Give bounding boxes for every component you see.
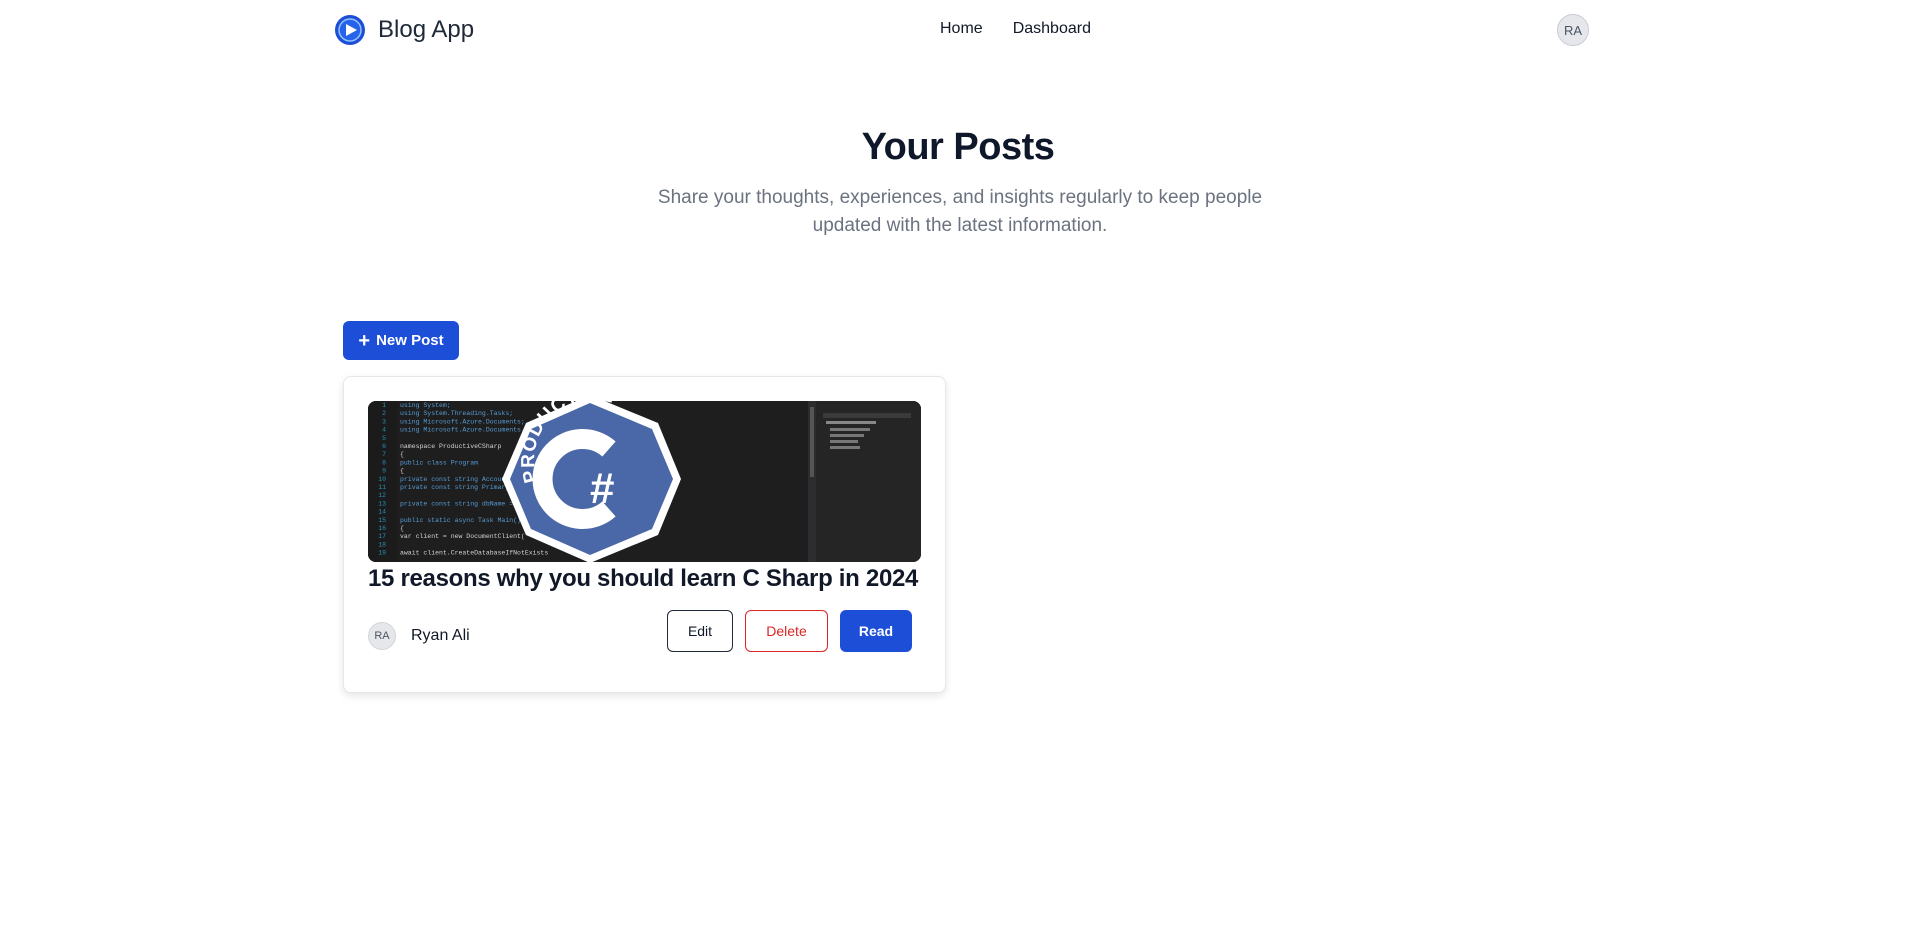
post-title[interactable]: 15 reasons why you should learn C Sharp … (368, 565, 918, 593)
code-line-number: 17 (378, 533, 386, 540)
page-subtitle: Share your thoughts, experiences, and in… (657, 187, 1263, 236)
code-line-number: 18 (378, 541, 386, 548)
code-line-number: 14 (378, 509, 386, 516)
code-line: await client.CreateDatabaseIfNotExists (400, 550, 548, 557)
page: Blog App Home Dashboard RA Your Posts Sh… (0, 0, 1916, 942)
code-line: { (400, 451, 404, 458)
code-line-number: 12 (378, 492, 386, 499)
new-post-label: New Post (376, 332, 444, 349)
code-line: public class Program (400, 459, 478, 466)
code-line-number: 2 (382, 410, 386, 417)
code-line-number: 4 (382, 427, 386, 434)
page-title: Your Posts (861, 126, 1055, 168)
code-line-number: 10 (378, 476, 386, 483)
post-card: 1 using System; 2 using System.Threading.Ta… (343, 376, 946, 693)
code-line: using Microsoft.Azure.Documents; (400, 418, 525, 425)
brand-name: Blog App (378, 16, 475, 43)
code-line-number: 15 (378, 517, 386, 524)
code-line: { (400, 468, 404, 475)
read-button[interactable]: Read (840, 610, 912, 652)
new-post-button[interactable]: + New Post (343, 321, 459, 360)
code-line: var client = new DocumentClient( (400, 533, 525, 540)
code-line: private const string dbName = " (400, 500, 521, 507)
nav-home[interactable]: Home (940, 20, 983, 38)
svg-text:#: # (590, 464, 614, 513)
code-line: public static async Task Main() (400, 517, 521, 524)
delete-button[interactable]: Delete (745, 610, 828, 652)
code-line-number: 6 (382, 443, 386, 450)
code-line: namespace ProductiveCSharp (400, 443, 502, 450)
code-line-number: 8 (382, 459, 386, 466)
code-line-number: 9 (382, 468, 386, 475)
code-line: private const string PrimaryKey (400, 484, 521, 491)
post-author: RA Ryan Ali (368, 622, 470, 650)
code-line-number: 5 (382, 435, 386, 442)
code-line-number: 19 (378, 550, 386, 557)
code-line-number: 3 (382, 418, 386, 425)
post-thumbnail[interactable]: 1 using System; 2 using System.Threading.Ta… (368, 401, 921, 562)
code-line-number: 1 (382, 402, 386, 409)
author-avatar: RA (368, 622, 396, 650)
post-actions: Edit Delete Read (667, 610, 912, 652)
code-line-number: 11 (378, 484, 386, 491)
edit-button[interactable]: Edit (667, 610, 733, 652)
code-line-number: 13 (378, 500, 386, 507)
author-name: Ryan Ali (411, 627, 470, 644)
thumbnail-image: 1 using System; 2 using System.Threading.Ta… (368, 401, 921, 562)
code-line: { (400, 525, 404, 532)
code-line: using System.Threading.Tasks; (400, 410, 513, 417)
user-avatar[interactable]: RA (1557, 14, 1589, 46)
plus-icon: + (358, 329, 371, 352)
code-line-number: 16 (378, 525, 386, 532)
play-logo-icon (335, 15, 365, 45)
code-line: using System; (400, 402, 451, 409)
main-nav: Home Dashboard (940, 20, 1091, 38)
nav-dashboard[interactable]: Dashboard (1013, 20, 1091, 38)
code-line-number: 7 (382, 451, 386, 458)
brand[interactable]: Blog App (334, 14, 474, 46)
